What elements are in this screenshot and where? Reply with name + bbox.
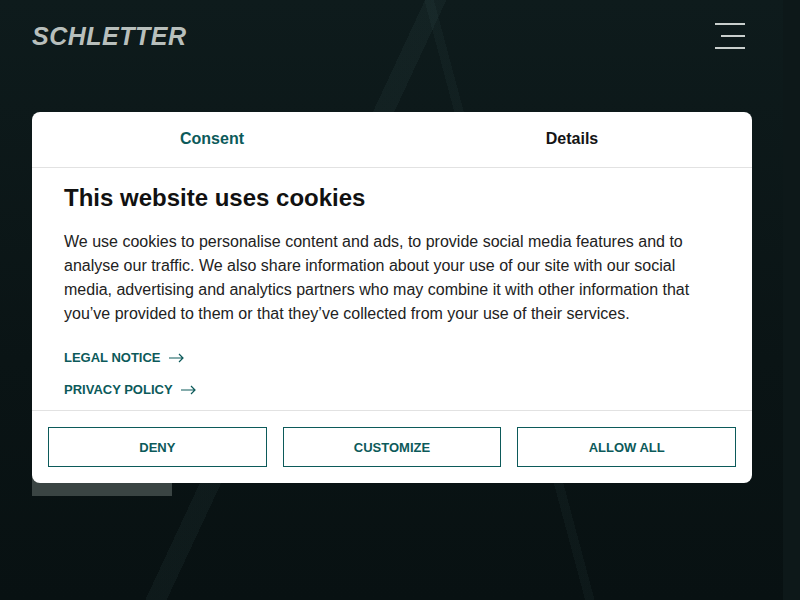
- dialog-button[interactable]: ALLOW ALL: [517, 427, 736, 467]
- dialog-button[interactable]: DENY: [48, 427, 267, 467]
- dialog-body: We use cookies to personalise content an…: [64, 230, 720, 326]
- dialog-link[interactable]: PRIVACY POLICY: [64, 380, 720, 400]
- dialog-tab[interactable]: Consent: [32, 112, 392, 167]
- page: SCHLETTERConsentDetailsThis website uses…: [0, 0, 800, 600]
- dialog-link[interactable]: LEGAL NOTICE: [64, 348, 720, 368]
- dialog-links: LEGAL NOTICE PRIVACY POLICY: [64, 326, 720, 400]
- arrow-right-icon: [169, 353, 185, 363]
- hamburger-menu-icon[interactable]: [715, 22, 745, 50]
- dialog-tab[interactable]: Details: [392, 112, 752, 167]
- arrow-right-icon: [181, 385, 197, 395]
- dialog-button[interactable]: CUSTOMIZE: [283, 427, 502, 467]
- cookie-dialog: ConsentDetails This website uses cookies W…: [32, 112, 752, 483]
- dialog-title: This website uses cookies: [64, 182, 720, 214]
- scrollbar[interactable]: [783, 0, 800, 600]
- site-header: SCHLETTER: [0, 0, 783, 70]
- dialog-buttons: DENY CUSTOMIZE ALLOW ALL: [32, 410, 752, 483]
- dialog-content: This website uses cookies We use cookies …: [32, 168, 752, 410]
- dialog-tabs: ConsentDetails: [32, 112, 752, 168]
- logo[interactable]: SCHLETTER: [32, 22, 187, 50]
- main-area: SCHLETTERConsentDetailsThis website uses…: [0, 0, 783, 600]
